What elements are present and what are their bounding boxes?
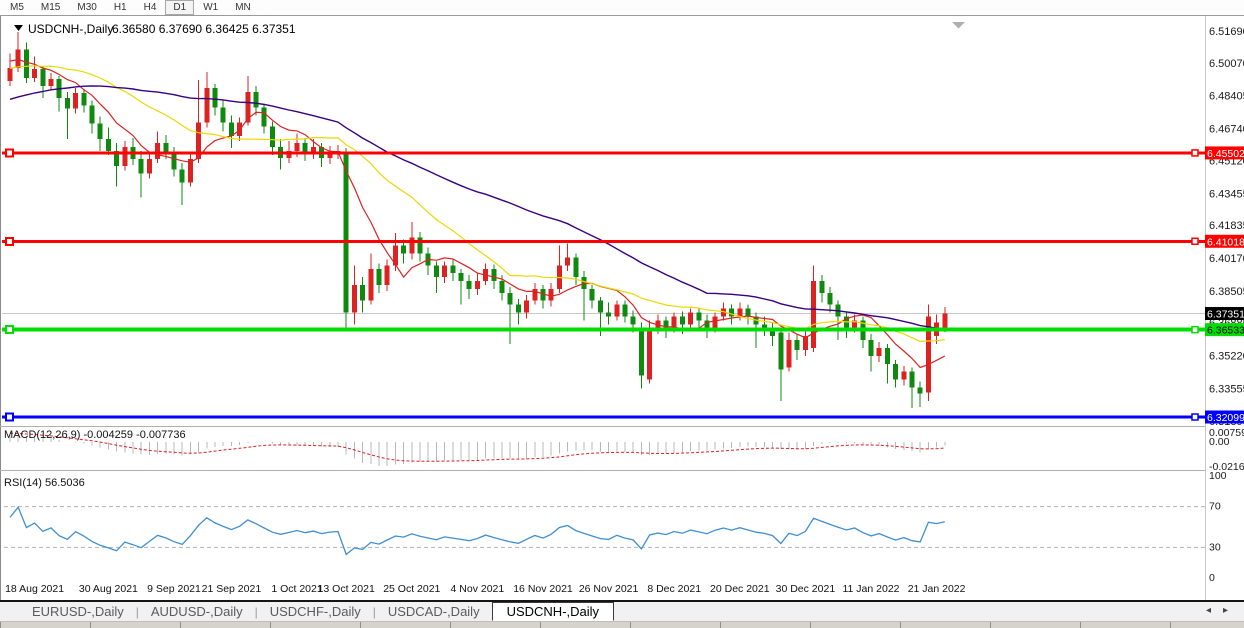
trading-terminal-window: M5M15M30H1H4D1W1MN 6.51690 6.50070 6.48405…	[0, 0, 1244, 628]
level-price-label: 6.32099	[1207, 412, 1244, 424]
time-tick-label: 21 Sep 2021	[202, 583, 262, 595]
time-tick-label: 4 Nov 2021	[451, 583, 505, 595]
level-connector-handle-icon	[1191, 149, 1199, 157]
rsi-axis-label: 70	[1209, 501, 1221, 513]
price-tick-label: 6.51690	[1209, 26, 1244, 38]
toolbar-separator	[265, 1, 267, 14]
chart-plot-area[interactable]: 6.516906.500706.484056.467406.451206.434…	[0, 16, 1244, 600]
level-handle-icon[interactable]	[5, 236, 14, 246]
level-price-label: 6.41018	[1207, 236, 1244, 248]
price-tick-label: 6.46740	[1209, 124, 1244, 136]
macd-axis-label: 0.00	[1209, 436, 1230, 448]
level-connector-handle-icon	[1191, 413, 1199, 421]
macd-indicator-label: MACD(12,26,9) -0.004259 -0.007736	[4, 429, 186, 441]
price-tick-label: 6.35220	[1209, 351, 1244, 363]
rsi-indicator-label: RSI(14) 56.5036	[4, 477, 85, 489]
horizontal-scrollbar[interactable]	[0, 621, 1244, 628]
symbol-tab-usdcnh[interactable]: USDCNH-,Daily	[491, 602, 615, 621]
level-handle-icon[interactable]	[5, 148, 14, 158]
level-handle-icon[interactable]	[5, 412, 14, 422]
time-tick-label: 18 Aug 2021	[5, 583, 64, 595]
symbol-tab-eurusd[interactable]: EURUSD-,Daily	[20, 603, 136, 620]
price-tick-label: 6.50070	[1209, 58, 1244, 70]
timeframe-button-mn[interactable]: MN	[227, 0, 259, 15]
level-handle-icon[interactable]	[5, 325, 14, 335]
current-price-label: 6.37351	[1207, 309, 1244, 321]
time-tick-label: 8 Dec 2021	[647, 583, 701, 595]
time-tick-label: 20 Dec 2021	[710, 583, 770, 595]
timeframe-button-m15[interactable]: M15	[33, 0, 68, 15]
timeframe-button-h4[interactable]: H4	[136, 0, 165, 15]
timeframe-button-m30[interactable]: M30	[69, 0, 104, 15]
timeframe-button-d1[interactable]: D1	[165, 0, 195, 15]
time-tick-label: 25 Oct 2021	[383, 583, 440, 595]
chart-title-symbol: USDCNH-,Daily	[28, 22, 113, 36]
symbol-tab-usdchf[interactable]: USDCHF-,Daily	[258, 603, 373, 620]
level-price-label: 6.45502	[1207, 148, 1244, 160]
tab-scroll-left-icon[interactable]: ◂	[1206, 605, 1223, 616]
price-tick-label: 6.48405	[1209, 91, 1244, 103]
symbol-tab-bar: EURUSD-,Daily | AUDUSD-,Daily | USDCHF-,Dail…	[0, 600, 1244, 621]
time-tick-label: 13 Oct 2021	[318, 583, 375, 595]
level-price-label: 6.36533	[1207, 325, 1244, 337]
timeframe-button-h1[interactable]: H1	[106, 0, 135, 15]
symbol-tab-usdcad[interactable]: USDCAD-,Daily	[376, 603, 492, 620]
price-tick-label: 6.33555	[1209, 383, 1244, 395]
time-tick-label: 9 Sep 2021	[147, 583, 201, 595]
price-tick-label: 6.41835	[1209, 220, 1244, 232]
time-tick-label: 1 Oct 2021	[271, 583, 323, 595]
time-tick-label: 30 Aug 2021	[79, 583, 138, 595]
chart-background	[0, 16, 1244, 600]
price-tick-label: 6.38505	[1209, 286, 1244, 298]
timeframe-button-w1[interactable]: W1	[195, 0, 226, 15]
time-tick-label: 11 Jan 2022	[842, 583, 899, 595]
time-tick-label: 30 Dec 2021	[776, 583, 836, 595]
symbol-tab-audusd[interactable]: AUDUSD-,Daily	[139, 603, 255, 620]
level-connector-handle-icon	[1191, 325, 1199, 334]
time-tick-label: 26 Nov 2021	[579, 583, 639, 595]
time-tick-label: 16 Nov 2021	[513, 583, 573, 595]
time-tick-label: 21 Jan 2022	[908, 583, 966, 595]
rsi-axis-label: 30	[1209, 541, 1221, 553]
time-axis[interactable]: 18 Aug 2021 30 Aug 2021 9 Sep 2021 21 Sep 2…	[5, 583, 966, 595]
tab-scroll-arrows[interactable]: ◂▸	[1206, 605, 1240, 616]
rsi-axis-label: 100	[1209, 470, 1227, 482]
timeframe-toolbar: M5 M15 M30 H1 H4 D1 W1 MN	[0, 0, 1244, 16]
tab-scroll-right-icon[interactable]: ▸	[1223, 605, 1240, 616]
chart-title-ohlc: 6.36580 6.37690 6.36425 6.37351	[112, 22, 296, 36]
level-connector-handle-icon	[1191, 237, 1199, 246]
rsi-axis-label: 0	[1209, 572, 1215, 584]
timeframe-button-m5[interactable]: M5	[2, 0, 32, 15]
price-tick-label: 6.43455	[1209, 188, 1244, 200]
price-tick-label: 6.40170	[1209, 253, 1244, 265]
